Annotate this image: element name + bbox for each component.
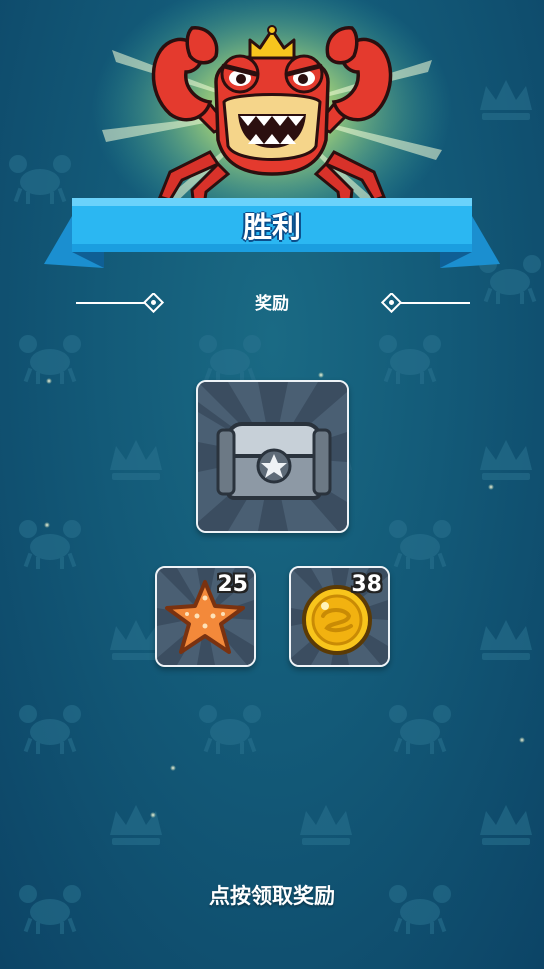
reward-tile-chest[interactable] [196, 380, 349, 533]
treasure-chest-icon [198, 382, 347, 531]
divider-right [380, 293, 470, 313]
sparkle [519, 737, 525, 743]
coin-count: 38 [351, 572, 382, 597]
sparkle [318, 372, 324, 378]
sparkle [488, 484, 494, 490]
crab-king-mascot [151, 25, 393, 210]
divider-left [76, 293, 165, 313]
tap-to-claim-hint[interactable]: 点按领取奖励 [0, 880, 544, 910]
starfish-count: 25 [217, 572, 248, 597]
sparkle [170, 765, 176, 771]
sparkle [46, 378, 52, 384]
sparkle [150, 812, 156, 818]
sparkle [44, 522, 50, 528]
reward-tile-starfish[interactable]: 25 [155, 566, 256, 667]
rewards-label: 奖励 [255, 294, 289, 314]
victory-title: 胜利 [242, 210, 301, 244]
reward-tile-coin[interactable]: 38 [289, 566, 390, 667]
